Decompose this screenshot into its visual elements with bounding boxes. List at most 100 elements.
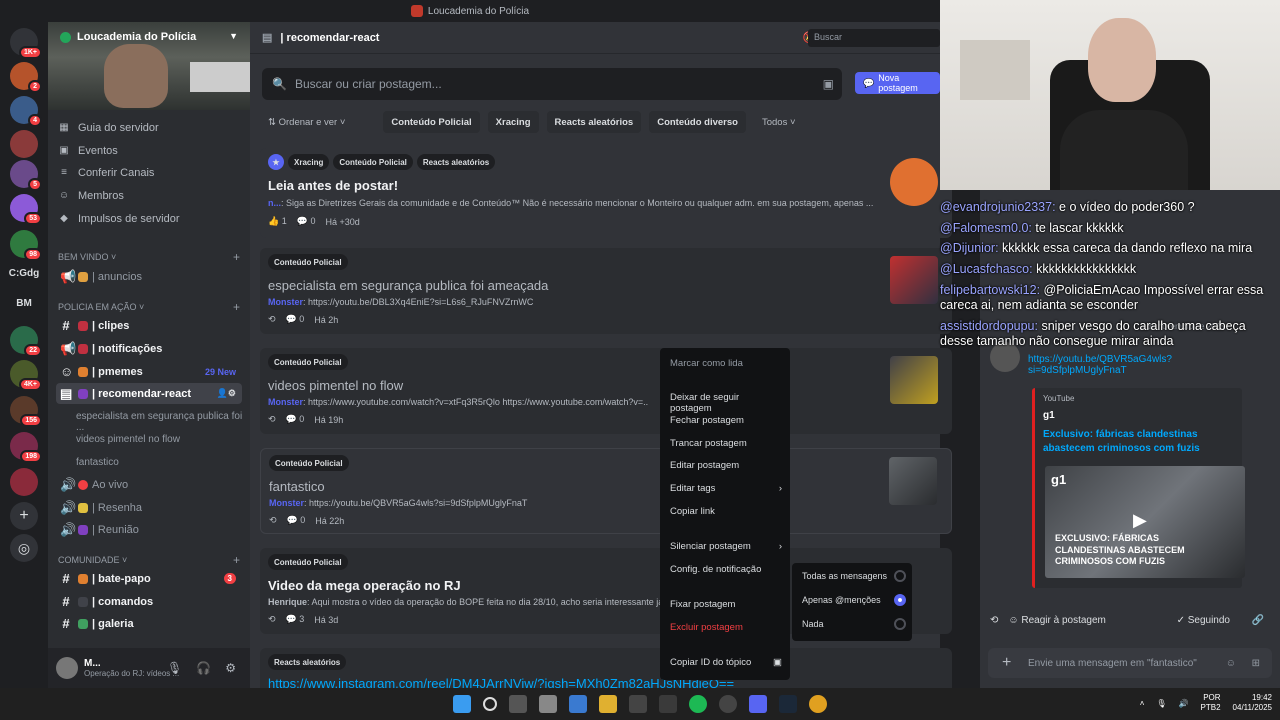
- filter-reacts-aleatorios[interactable]: Reacts aleatórios: [546, 111, 642, 133]
- channel-galeria[interactable]: # | galeria: [56, 613, 242, 634]
- thread-item[interactable]: videos pimentel no flow: [76, 434, 180, 452]
- edit-tags-item[interactable]: Editar tags ›: [670, 483, 782, 494]
- file-explorer-icon[interactable]: [599, 695, 617, 713]
- server-boosts-link[interactable]: ◆ Impulsos de servidor: [58, 209, 238, 229]
- channel-notificacoes[interactable]: 📢 | notificações: [56, 338, 242, 359]
- channel-pmemes[interactable]: ☺ | pmemes 29 New: [56, 361, 242, 382]
- discord-icon[interactable]: [749, 695, 767, 713]
- server-icon[interactable]: [10, 468, 38, 496]
- server-icon[interactable]: 22: [10, 326, 42, 357]
- steam-icon[interactable]: [779, 695, 797, 713]
- link-icon[interactable]: 🔗: [1252, 615, 1264, 626]
- thread-item[interactable]: especialista em segurança publica foi ..…: [76, 411, 250, 433]
- server-icon[interactable]: 5: [10, 160, 42, 191]
- channel-bate-papo[interactable]: # | bate-papo 3: [56, 568, 242, 589]
- events-link[interactable]: ▣ Eventos: [58, 141, 238, 161]
- server-icon[interactable]: 4: [10, 96, 42, 127]
- lock-post-item[interactable]: Trancar postagem: [670, 438, 782, 449]
- unfollow-post-item[interactable]: Deixar de seguir postagem: [670, 392, 782, 414]
- server-icon[interactable]: 156: [10, 396, 42, 427]
- settings-icon[interactable]: 👤⚙: [217, 388, 236, 399]
- avatar[interactable]: [56, 657, 78, 679]
- server-icon[interactable]: 198: [10, 432, 42, 463]
- forum-post[interactable]: ★ Xracing Conteúdo Policial Reacts aleat…: [260, 148, 952, 238]
- delete-post-item[interactable]: Excluir postagem: [670, 622, 782, 633]
- category-comunidade[interactable]: COMUNIDADE ˅ +: [58, 553, 240, 567]
- gear-icon[interactable]: ⚙: [225, 661, 236, 675]
- app-icon[interactable]: [659, 695, 677, 713]
- filter-conteudo-diverso[interactable]: Conteúdo diverso: [649, 111, 746, 133]
- message-input[interactable]: + Envie uma mensagem em "fantastico" ☺ ⊞: [988, 648, 1272, 678]
- server-guide-link[interactable]: ▦ Guia do servidor: [58, 118, 238, 138]
- discord-home-icon[interactable]: 1K+: [10, 28, 42, 59]
- voice-channel-ao-vivo[interactable]: 🔊 Ao vivo: [56, 474, 242, 495]
- message-link[interactable]: https://youtu.be/QBVR5aG4wls?si=9dSfplpM…: [1028, 354, 1198, 376]
- browse-channels-link[interactable]: ≡ Conferir Canais: [58, 163, 238, 183]
- channel-comandos[interactable]: # | comandos: [56, 591, 242, 612]
- channel-recomendar-react[interactable]: ▤ | recomendar-react 👤⚙: [56, 383, 242, 404]
- add-attachment-icon[interactable]: +: [1002, 654, 1011, 672]
- filter-conteudo-policial[interactable]: Conteúdo Policial: [383, 111, 480, 133]
- forum-post[interactable]: Conteúdo Policial fantastico Monster: ht…: [260, 448, 952, 534]
- task-view-icon[interactable]: [509, 695, 527, 713]
- server-folder-label[interactable]: BM: [0, 298, 48, 309]
- header-search-input[interactable]: Buscar: [808, 29, 940, 47]
- mute-post-item[interactable]: Silenciar postagem ›: [670, 541, 782, 552]
- explore-icon[interactable]: ◎: [10, 534, 38, 562]
- spotify-icon[interactable]: [689, 695, 707, 713]
- emoji-icon[interactable]: ☺: [1226, 658, 1236, 669]
- embed-video-thumbnail[interactable]: g1 ▶ EXCLUSIVO: FÁBRICAS CLANDESTINAS AB…: [1045, 466, 1245, 578]
- new-post-button[interactable]: 💬 Nova postagem: [855, 72, 940, 94]
- mark-as-read-item[interactable]: Marcar como lida: [670, 358, 782, 369]
- voice-channel-resenha[interactable]: 🔊 | Resenha: [56, 497, 242, 518]
- forum-post[interactable]: Conteúdo Policial especialista em segura…: [260, 248, 952, 334]
- filter-all-dropdown[interactable]: Todos ˅: [754, 111, 804, 133]
- thumbs-up-icon[interactable]: 👍 1: [268, 216, 287, 227]
- post-search-input[interactable]: 🔍 Buscar ou criar postagem... ▣: [262, 68, 842, 100]
- photos-icon[interactable]: [569, 695, 587, 713]
- copy-thread-id-item[interactable]: Copiar ID do tópico ▣: [670, 657, 782, 668]
- copy-link-item[interactable]: Copiar link: [670, 506, 782, 517]
- voice-channel-reuniao[interactable]: 🔊 | Reunião: [56, 519, 242, 540]
- app-icon[interactable]: [719, 695, 737, 713]
- sort-dropdown[interactable]: ⇅ Ordenar e ver ˅: [260, 111, 353, 133]
- members-link[interactable]: ☺ Membros: [58, 186, 238, 206]
- embed-title[interactable]: Exclusivo: fábricas clandestinas abastec…: [1043, 428, 1233, 456]
- server-icon[interactable]: 53: [10, 194, 42, 225]
- filter-xracing[interactable]: Xracing: [487, 111, 539, 133]
- volume-icon[interactable]: 🔊: [1179, 699, 1189, 708]
- clock[interactable]: 19:42 04/11/2025: [1233, 693, 1272, 714]
- windows-start-icon[interactable]: [453, 695, 471, 713]
- notification-settings-item[interactable]: Config. de notificação: [670, 564, 782, 575]
- search-icon[interactable]: [483, 697, 497, 711]
- edit-post-item[interactable]: Editar postagem: [670, 460, 782, 471]
- close-post-item[interactable]: Fechar postagem: [670, 415, 782, 426]
- thread-item[interactable]: fantastico: [76, 457, 119, 475]
- server-icon[interactable]: 98: [10, 230, 42, 261]
- add-server-icon[interactable]: +: [10, 502, 38, 530]
- notif-option-all[interactable]: Todas as mensagens: [802, 570, 906, 582]
- category-policia-em-acao[interactable]: POLICIA EM AÇÃO ˅ +: [58, 300, 240, 314]
- following-button[interactable]: ✓ Seguindo: [1177, 615, 1230, 626]
- add-channel-icon[interactable]: +: [233, 250, 240, 264]
- pin-post-item[interactable]: Fixar postagem: [670, 599, 782, 610]
- forum-post[interactable]: Conteúdo Policial videos pimentel no flo…: [260, 348, 952, 434]
- server-icon[interactable]: [10, 130, 38, 158]
- channel-clipes[interactable]: # | clipes: [56, 315, 242, 336]
- channel-anuncios[interactable]: 📢 | anuncios: [56, 266, 242, 287]
- chrome-icon[interactable]: [809, 695, 827, 713]
- play-icon[interactable]: ▶: [1133, 510, 1147, 531]
- notif-option-none[interactable]: Nada: [802, 618, 906, 630]
- headphones-icon[interactable]: 🎧: [196, 661, 211, 675]
- chevron-up-icon[interactable]: ˄: [1140, 699, 1145, 708]
- input-language[interactable]: POR PTB2: [1201, 693, 1221, 714]
- settings-icon[interactable]: [539, 695, 557, 713]
- microphone-icon[interactable]: 🎙: [167, 661, 182, 675]
- add-channel-icon[interactable]: +: [233, 553, 240, 567]
- server-folder-label[interactable]: C:Gdg: [0, 268, 48, 279]
- server-icon[interactable]: 4K+: [10, 360, 42, 391]
- category-bem-vindo[interactable]: BEM VINDO ˅ +: [58, 250, 240, 264]
- add-channel-icon[interactable]: +: [233, 300, 240, 314]
- apps-icon[interactable]: ⊞: [1252, 658, 1260, 669]
- microphone-icon[interactable]: 🎙: [1156, 699, 1166, 708]
